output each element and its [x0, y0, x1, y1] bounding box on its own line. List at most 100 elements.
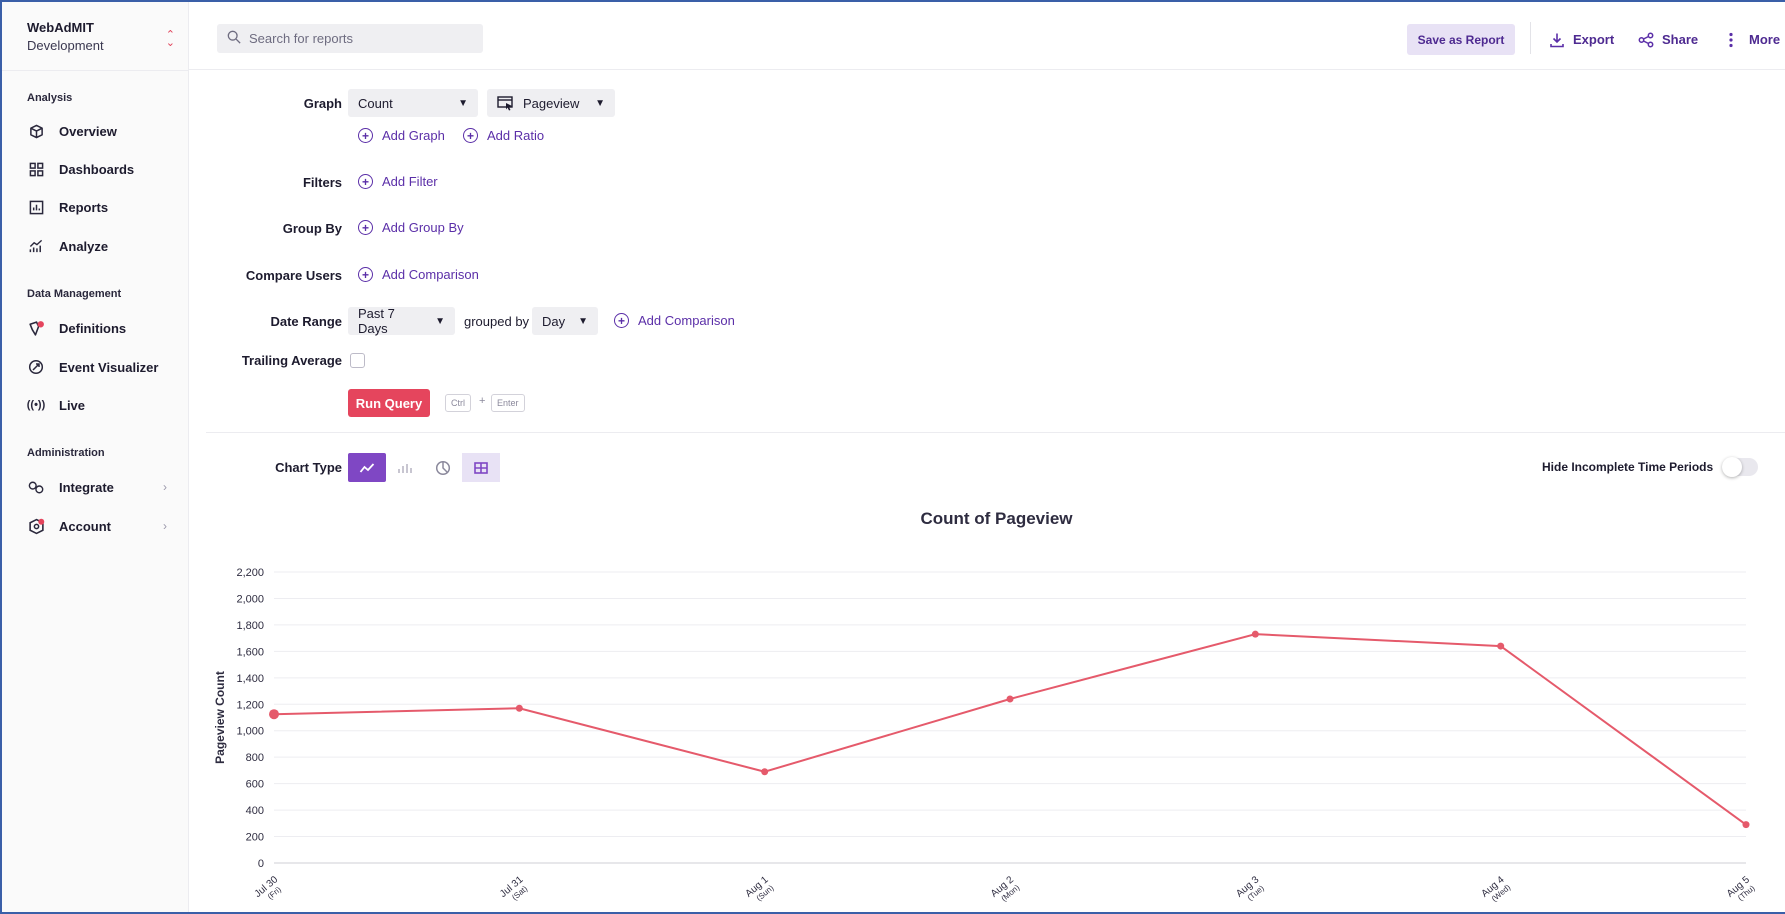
sidebar-item-label: Integrate — [59, 479, 114, 495]
export-button[interactable]: Export — [1549, 24, 1614, 55]
pie-chart-button[interactable] — [424, 453, 462, 482]
shortcut-key-enter: Enter — [491, 394, 525, 412]
y-tick-label: 1,000 — [236, 726, 264, 738]
grid-icon — [27, 160, 45, 178]
hide-incomplete-toggle[interactable] — [1722, 457, 1758, 477]
more-label: More — [1749, 32, 1781, 47]
grouped-by-text: grouped by — [464, 314, 530, 329]
graph-metric-dropdown[interactable]: Count ▼ — [348, 89, 478, 117]
y-tick-label: 800 — [246, 752, 264, 764]
data-point — [1251, 630, 1259, 638]
sidebar-item-analyze[interactable]: Analyze — [2, 231, 189, 261]
sidebar-item-label: Live — [59, 397, 86, 413]
sidebar-item-integrate[interactable]: Integrate › — [2, 472, 189, 502]
add-date-comparison-button[interactable]: + Add Comparison — [614, 313, 735, 328]
chevron-down-icon: ▼ — [458, 97, 468, 109]
run-query-button[interactable]: Run Query — [348, 389, 430, 417]
add-comparison-button[interactable]: + Add Comparison — [358, 267, 479, 282]
date-range-label: Date Range — [270, 314, 342, 329]
data-point — [1742, 821, 1750, 829]
workspace-switcher[interactable]: WebAdMIT Development ⌃ ⌄ — [27, 20, 177, 53]
sidebar-item-definitions[interactable]: Definitions — [2, 313, 189, 343]
save-as-report-button[interactable]: Save as Report — [1407, 24, 1515, 55]
header-divider — [1530, 22, 1531, 54]
chevron-right-icon: › — [163, 519, 167, 533]
data-point — [1497, 642, 1505, 650]
chart-type-label: Chart Type — [275, 460, 342, 475]
section-divider — [206, 432, 1785, 433]
add-ratio-button[interactable]: + Add Ratio — [463, 128, 544, 143]
sidebar-item-label: Account — [59, 518, 111, 534]
sidebar-item-dashboards[interactable]: Dashboards — [2, 154, 189, 184]
line-chart-button[interactable] — [348, 453, 386, 482]
date-range-dropdown[interactable]: Past 7 Days ▼ — [348, 306, 455, 336]
pageview-icon — [497, 95, 513, 110]
search-box[interactable] — [217, 24, 483, 53]
search-icon — [227, 30, 241, 47]
line-chart-icon — [359, 462, 375, 473]
graph-event-dropdown[interactable]: Pageview ▼ — [487, 89, 615, 117]
y-tick-label: 1,200 — [236, 699, 264, 711]
section-label-administration: Administration — [27, 447, 105, 459]
chart-type-selector — [348, 453, 500, 482]
sidebar-item-reports[interactable]: Reports — [2, 192, 189, 222]
add-comparison-label: Add Comparison — [382, 267, 479, 282]
table-button[interactable] — [462, 453, 500, 482]
y-axis-label: Pageview Count — [213, 671, 227, 764]
more-button[interactable]: More — [1727, 24, 1780, 55]
sidebar-item-label: Definitions — [59, 320, 127, 336]
sidebar-divider — [2, 70, 189, 71]
sidebar-item-event-visualizer[interactable]: Event Visualizer — [2, 352, 189, 382]
trailing-average-checkbox[interactable] — [350, 353, 365, 368]
section-label-data-management: Data Management — [27, 288, 122, 300]
compare-users-label: Compare Users — [245, 268, 342, 283]
account-icon — [27, 517, 45, 535]
hide-incomplete-label: Hide Incomplete Time Periods — [1542, 460, 1714, 474]
add-filter-button[interactable]: + Add Filter — [358, 174, 438, 189]
switch-workspace-icon[interactable]: ⌃ ⌄ — [166, 30, 175, 49]
workspace-name: WebAdMIT — [27, 20, 94, 35]
plus-circle-icon: + — [463, 128, 478, 143]
series-line — [273, 633, 1747, 826]
line-chart: 0 200 400 600 800 1,000 1,200 1,400 1,600 1,800 2,… — [213, 567, 1757, 903]
add-filter-label: Add Filter — [382, 174, 438, 189]
add-group-by-label: Add Group By — [382, 220, 464, 235]
cube-icon — [27, 122, 45, 140]
trailing-average-label: Trailing Average — [241, 353, 342, 368]
data-point — [761, 768, 769, 776]
y-tick-label: 200 — [246, 832, 264, 844]
chevron-right-icon: › — [163, 480, 167, 494]
sidebar: WebAdMIT Development ⌃ ⌄ Analysis Overvie… — [2, 2, 189, 912]
sidebar-item-overview[interactable]: Overview — [2, 116, 189, 146]
toggle-knob — [1722, 457, 1742, 477]
filters-label: Filters — [302, 175, 342, 190]
graph-metric-value: Count — [358, 95, 393, 111]
sidebar-item-label: Dashboards — [59, 161, 135, 177]
more-icon — [1729, 32, 1733, 47]
y-tick-label: 1,800 — [236, 620, 264, 632]
search-input[interactable] — [249, 31, 469, 46]
y-tick-label: 1,600 — [236, 646, 264, 658]
sidebar-item-account[interactable]: Account › — [2, 511, 189, 541]
integrate-icon — [27, 478, 45, 496]
shortcut-plus: + — [479, 395, 486, 407]
add-graph-button[interactable]: + Add Graph — [358, 128, 445, 143]
graph-event-value: Pageview — [523, 95, 580, 111]
share-button[interactable]: Share — [1638, 24, 1698, 55]
add-ratio-label: Add Ratio — [487, 128, 545, 143]
chart-title: Count of Pageview — [920, 509, 1073, 528]
section-label-analysis: Analysis — [27, 92, 73, 104]
y-tick-label: 2,000 — [236, 593, 264, 605]
plus-circle-icon: + — [358, 220, 373, 235]
y-tick-label: 0 — [258, 858, 264, 870]
add-group-by-button[interactable]: + Add Group By — [358, 220, 464, 235]
table-icon — [474, 461, 488, 474]
plus-circle-icon: + — [358, 174, 373, 189]
graph-label: Graph — [303, 96, 342, 111]
share-icon — [1638, 32, 1654, 47]
grouping-dropdown[interactable]: Day ▼ — [532, 307, 598, 335]
date-range-value: Past 7 Days — [358, 306, 395, 336]
sidebar-item-live[interactable]: ((•)) Live — [2, 390, 189, 420]
definitions-icon — [27, 319, 45, 337]
bar-chart-button[interactable] — [386, 453, 424, 482]
